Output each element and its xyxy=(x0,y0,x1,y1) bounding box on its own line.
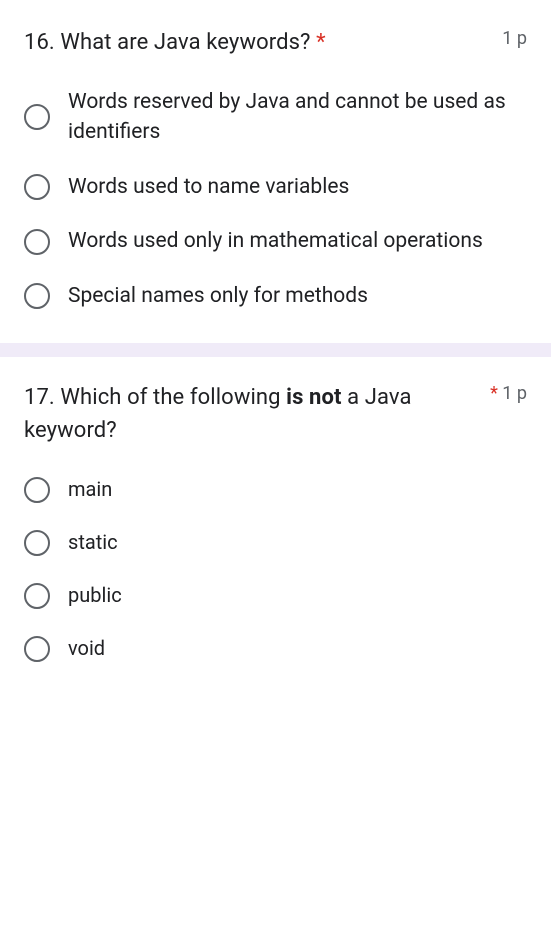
question-card-17: 17. Which of the following is not a Java… xyxy=(0,357,551,695)
option-4[interactable]: Special names only for methods xyxy=(24,281,527,311)
options-list: Words reserved by Java and cannot be use… xyxy=(24,87,527,311)
required-mark: * xyxy=(316,30,326,55)
option-2[interactable]: Words used to name variables xyxy=(24,172,527,202)
question-title: 17. Which of the following is not a Java… xyxy=(24,381,474,447)
options-list: main static public void xyxy=(24,475,527,663)
required-mark: * xyxy=(490,383,498,404)
option-label: Words reserved by Java and cannot be use… xyxy=(68,87,527,148)
option-label: public xyxy=(68,581,122,610)
option-1[interactable]: Words reserved by Java and cannot be use… xyxy=(24,87,527,148)
option-3[interactable]: public xyxy=(24,581,527,610)
option-label: Words used to name variables xyxy=(68,172,349,202)
option-2[interactable]: static xyxy=(24,528,527,557)
question-header: 16. What are Java keywords? * 1 p xyxy=(24,26,527,59)
question-number: 17. xyxy=(24,385,55,410)
question-header: 17. Which of the following is not a Java… xyxy=(24,381,527,447)
option-label: void xyxy=(68,634,105,663)
radio-icon xyxy=(24,636,50,662)
radio-icon xyxy=(24,583,50,609)
radio-icon xyxy=(24,530,50,556)
option-1[interactable]: main xyxy=(24,475,527,504)
radio-icon xyxy=(24,229,50,255)
question-text-bold: is not xyxy=(286,385,341,410)
radio-icon xyxy=(24,104,50,130)
option-label: main xyxy=(68,475,112,504)
question-points: * 1 p xyxy=(490,381,527,404)
question-points: 1 p xyxy=(502,26,527,49)
question-card-16: 16. What are Java keywords? * 1 p Words … xyxy=(0,0,551,343)
card-separator xyxy=(0,343,551,357)
radio-icon xyxy=(24,283,50,309)
radio-icon xyxy=(24,174,50,200)
option-4[interactable]: void xyxy=(24,634,527,663)
question-text-before: Which of the following xyxy=(60,385,286,410)
radio-icon xyxy=(24,477,50,503)
option-label: Special names only for methods xyxy=(68,281,368,311)
option-3[interactable]: Words used only in mathematical operatio… xyxy=(24,226,527,256)
points-text: 1 p xyxy=(502,383,527,404)
question-title: 16. What are Java keywords? * xyxy=(24,26,326,59)
question-number: 16. xyxy=(24,30,55,55)
option-label: Words used only in mathematical operatio… xyxy=(68,226,483,256)
option-label: static xyxy=(68,528,118,557)
question-text: What are Java keywords? xyxy=(60,30,310,55)
